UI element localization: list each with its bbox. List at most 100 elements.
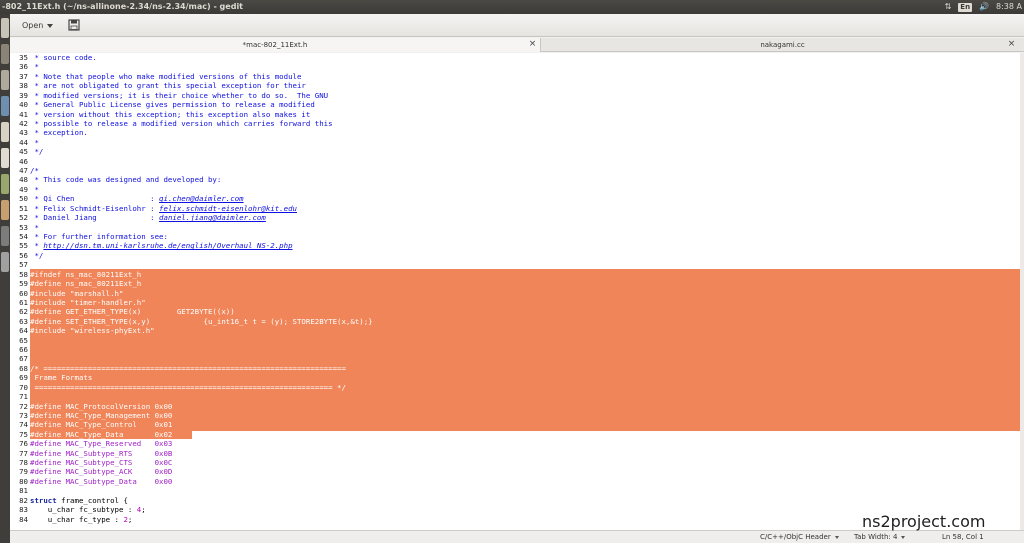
desktop-screen: -802_11Ext.h (~/ns-allinone-2.34/ns-2.34… bbox=[0, 0, 1024, 543]
code-text: #include "marshall.h" bbox=[30, 289, 123, 298]
code-token: * For further information see: bbox=[30, 231, 168, 241]
code-token[interactable]: daniel.jiang@daimler.com bbox=[159, 213, 266, 222]
launcher-files-icon[interactable] bbox=[1, 18, 9, 38]
code-text: * General Public License gives permissio… bbox=[30, 100, 314, 109]
line-number: 59 bbox=[19, 279, 28, 289]
code-text: #define MAC_ProtocolVersion 0x00 bbox=[30, 402, 172, 411]
code-line: 82 struct frame_control { bbox=[10, 496, 1024, 505]
code-line: 80 #define MAC_Subtype_Data 0x00 bbox=[10, 477, 1024, 486]
code-token: */ bbox=[30, 250, 44, 260]
tab-label: nakagami.cc bbox=[760, 41, 805, 49]
code-token: * source code. bbox=[30, 53, 97, 62]
code-line: 81 bbox=[10, 486, 1024, 495]
code-line: 61 #include "timer-handler.h" bbox=[10, 298, 1024, 307]
code-token[interactable]: felix.schmidt-eisenlohr@kit.edu bbox=[159, 204, 297, 213]
code-token: #define MAC_Subtype_RTS 0x0B bbox=[30, 448, 173, 458]
chevron-down-icon bbox=[834, 535, 839, 539]
line-number: 77 bbox=[19, 448, 28, 458]
line-number: 63 bbox=[19, 316, 28, 326]
line-number: 70 bbox=[19, 382, 28, 392]
close-icon[interactable]: × bbox=[1007, 40, 1016, 49]
code-editor[interactable]: 35 * source code. 36 * 37 * Note that peop… bbox=[10, 53, 1024, 530]
line-number: 46 bbox=[19, 156, 28, 166]
open-button-label: Open bbox=[22, 21, 44, 30]
code-line: 75 #define MAC_Type_Data 0x02 bbox=[10, 430, 1024, 439]
launcher-app-icon[interactable] bbox=[1, 226, 9, 246]
line-number: 79 bbox=[19, 467, 28, 477]
save-document-icon[interactable] bbox=[68, 19, 80, 31]
system-tray: ⇅ En 🔊 8:38 A bbox=[945, 0, 1022, 14]
document-tabs: *mac-802_11Ext.h × nakagami.cc × bbox=[10, 38, 1024, 52]
code-text: u_char fc_subtype : 4; bbox=[30, 505, 146, 514]
line-number: 62 bbox=[19, 307, 28, 317]
code-token: #define MAC_Subtype_CTS 0x0C bbox=[30, 458, 173, 468]
code-line: 65 bbox=[10, 336, 1024, 345]
code-text: /* bbox=[30, 166, 39, 175]
tab-nakagami[interactable]: nakagami.cc × bbox=[541, 38, 1024, 52]
code-line: 53 * bbox=[10, 223, 1024, 232]
code-line: 41 * version without this exception; thi… bbox=[10, 110, 1024, 119]
line-number: 64 bbox=[19, 326, 28, 336]
clock[interactable]: 8:38 A bbox=[996, 0, 1022, 14]
line-number: 53 bbox=[19, 222, 28, 232]
code-text: * possible to release a modified version… bbox=[30, 119, 332, 128]
code-text: * For further information see: bbox=[30, 232, 168, 241]
code-line: 60 #include "marshall.h" bbox=[10, 289, 1024, 298]
code-line: 58 #ifndef ns_mac_80211Ext_h bbox=[10, 270, 1024, 279]
code-line: 44 * bbox=[10, 138, 1024, 147]
launcher-app-icon[interactable] bbox=[1, 174, 9, 194]
code-token: #define MAC_ProtocolVersion 0x00 bbox=[30, 401, 173, 411]
code-token: * Note that people who make modified ver… bbox=[30, 71, 302, 81]
code-token: * Daniel Jiang : bbox=[30, 213, 160, 223]
code-token: #define MAC_Type_Management 0x00 bbox=[30, 410, 173, 420]
line-number: 61 bbox=[19, 297, 28, 307]
close-icon[interactable]: × bbox=[528, 40, 537, 49]
launcher-app-icon[interactable] bbox=[1, 252, 9, 272]
code-line: 54 * For further information see: bbox=[10, 232, 1024, 241]
code-line: 43 * exception. bbox=[10, 128, 1024, 137]
code-token: * Qi Chen : bbox=[30, 194, 160, 204]
network-arrows-icon[interactable]: ⇅ bbox=[945, 0, 952, 14]
editor-scrollbar[interactable] bbox=[1020, 53, 1024, 530]
line-number: 69 bbox=[19, 373, 28, 383]
code-token: ; bbox=[127, 514, 133, 524]
line-number: 44 bbox=[19, 137, 28, 147]
code-token[interactable]: qi.chen@daimler.com bbox=[159, 194, 244, 203]
language-selector[interactable]: C/C++/ObjC Header bbox=[760, 531, 839, 543]
launcher-app-icon[interactable] bbox=[1, 148, 9, 168]
line-number: 45 bbox=[19, 147, 28, 157]
launcher-app-icon[interactable] bbox=[1, 44, 9, 64]
code-line: 38 * are not obligated to grant this spe… bbox=[10, 81, 1024, 90]
line-number: 37 bbox=[19, 71, 28, 81]
code-text: * This code was designed and developed b… bbox=[30, 175, 221, 184]
gedit-toolbar: Open bbox=[10, 14, 1024, 37]
volume-icon[interactable]: 🔊 bbox=[979, 0, 989, 14]
code-line: 72 #define MAC_ProtocolVersion 0x00 bbox=[10, 402, 1024, 411]
code-text: * are not obligated to grant this specia… bbox=[30, 81, 305, 90]
line-number: 40 bbox=[19, 100, 28, 110]
line-number: 47 bbox=[19, 166, 28, 176]
line-number: 72 bbox=[19, 401, 28, 411]
line-number: 74 bbox=[19, 420, 28, 430]
code-token: #define MAC_Subtype_Data 0x00 bbox=[30, 476, 173, 486]
code-token: #include "timer-handler.h" bbox=[30, 297, 146, 307]
tab-mac-802-11ext[interactable]: *mac-802_11Ext.h × bbox=[10, 38, 541, 52]
tab-width-selector[interactable]: Tab Width: 4 bbox=[854, 531, 906, 543]
code-line: 42 * possible to release a modified vers… bbox=[10, 119, 1024, 128]
launcher-app-icon[interactable] bbox=[1, 96, 9, 116]
launcher-app-icon[interactable] bbox=[1, 122, 9, 142]
keyboard-layout-indicator[interactable]: En bbox=[958, 2, 973, 12]
line-number: 78 bbox=[19, 458, 28, 468]
launcher-app-icon[interactable] bbox=[1, 70, 9, 90]
line-number: 75 bbox=[19, 429, 28, 439]
line-number: 36 bbox=[19, 62, 28, 72]
code-token: #define MAC_Type_Reserved 0x03 bbox=[30, 439, 173, 449]
code-text: * bbox=[30, 62, 38, 71]
code-text: #define ns_mac_80211Ext_h bbox=[30, 279, 141, 288]
code-text: #define MAC_Subtype_Data 0x00 bbox=[30, 477, 172, 486]
open-button[interactable]: Open bbox=[18, 18, 57, 33]
launcher-app-icon[interactable] bbox=[1, 200, 9, 220]
code-token[interactable]: http://dsn.tm.uni-karlsruhe.de/english/O… bbox=[43, 241, 292, 250]
line-number: 42 bbox=[19, 118, 28, 128]
code-line: 66 bbox=[10, 345, 1024, 354]
